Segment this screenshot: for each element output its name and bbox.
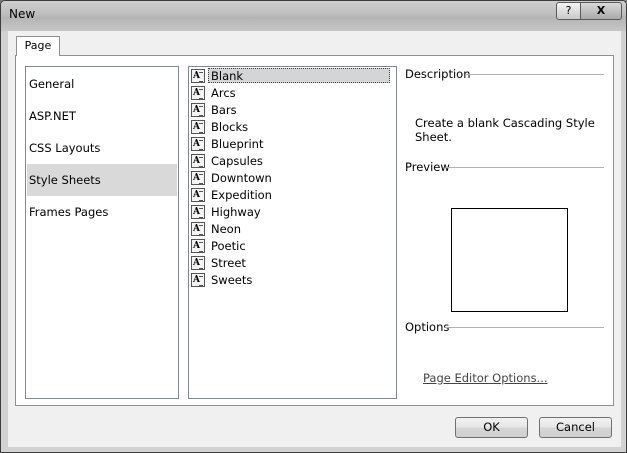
category-list[interactable]: General ASP.NET CSS Layouts Style Sheets… — [25, 66, 179, 399]
template-item[interactable]: A Blocks — [190, 119, 395, 136]
help-button[interactable]: ? — [556, 2, 581, 20]
style-sheet-icon: A — [191, 256, 205, 270]
style-sheet-icon: A — [191, 86, 205, 100]
category-item[interactable]: CSS Layouts — [27, 132, 177, 164]
close-button[interactable]: X — [580, 2, 622, 20]
style-sheet-icon: A — [191, 188, 205, 202]
template-label: Neon — [211, 222, 242, 236]
template-label: Capsules — [211, 154, 263, 168]
category-item[interactable]: General — [27, 68, 177, 100]
template-label: Expedition — [211, 188, 272, 202]
template-label: Poetic — [211, 239, 246, 253]
style-sheet-icon: A — [191, 222, 205, 236]
preview-box — [451, 208, 568, 312]
template-item[interactable]: A Street — [190, 255, 395, 272]
style-sheet-icon: A — [191, 69, 205, 83]
cancel-button[interactable]: Cancel — [539, 417, 612, 438]
options-divider — [445, 327, 604, 328]
style-sheet-icon: A — [191, 154, 205, 168]
style-sheet-icon: A — [191, 273, 205, 287]
template-item[interactable]: A Neon — [190, 221, 395, 238]
tab-page[interactable]: Page — [16, 36, 60, 56]
style-sheet-icon: A — [191, 120, 205, 134]
template-item[interactable]: A Highway — [190, 204, 395, 221]
template-list[interactable]: A Blank A Arcs A Bars A Blocks A Blueprint AC… — [188, 66, 397, 399]
template-label: Downtown — [211, 171, 272, 185]
category-item-selected[interactable]: Style Sheets — [27, 164, 177, 196]
new-dialog-window: New ? X Page General ASP.NET CSS Layouts… — [0, 0, 627, 453]
template-label: Blank — [208, 68, 390, 83]
description-heading: Description — [405, 67, 471, 81]
category-item[interactable]: ASP.NET — [27, 100, 177, 132]
template-item[interactable]: A Expedition — [190, 187, 395, 204]
template-label: Blocks — [211, 120, 249, 134]
template-label: Sweets — [211, 273, 253, 287]
options-heading: Options — [405, 320, 450, 334]
template-item[interactable]: A Blueprint — [190, 136, 395, 153]
preview-divider — [446, 167, 604, 168]
template-label: Highway — [211, 205, 261, 219]
template-label: Blueprint — [211, 137, 264, 151]
template-item[interactable]: A Sweets — [190, 272, 395, 289]
page-editor-options-link[interactable]: Page Editor Options... — [423, 371, 548, 385]
template-label: Bars — [211, 103, 237, 117]
template-item[interactable]: A Arcs — [190, 85, 395, 102]
category-item[interactable]: Frames Pages — [27, 196, 177, 228]
description-text: Create a blank Cascading Style Sheet. — [415, 116, 595, 144]
style-sheet-icon: A — [191, 103, 205, 117]
template-item[interactable]: A Downtown — [190, 170, 395, 187]
template-label: Arcs — [211, 86, 236, 100]
style-sheet-icon: A — [191, 205, 205, 219]
preview-heading: Preview — [405, 160, 450, 174]
template-item[interactable]: A Bars — [190, 102, 395, 119]
style-sheet-icon: A — [191, 239, 205, 253]
style-sheet-icon: A — [191, 137, 205, 151]
dialog-client-area: Page General ASP.NET CSS Layouts Style S… — [8, 31, 621, 447]
description-divider — [466, 74, 604, 75]
style-sheet-icon: A — [191, 171, 205, 185]
tab-panel: General ASP.NET CSS Layouts Style Sheets… — [15, 55, 614, 406]
template-item-selected[interactable]: A Blank — [190, 68, 395, 85]
template-item[interactable]: A Capsules — [190, 153, 395, 170]
window-title: New — [9, 7, 36, 21]
template-item[interactable]: A Poetic — [190, 238, 395, 255]
ok-button[interactable]: OK — [455, 417, 528, 438]
template-label: Street — [211, 256, 246, 270]
title-bar[interactable]: New ? X — [1, 1, 626, 31]
